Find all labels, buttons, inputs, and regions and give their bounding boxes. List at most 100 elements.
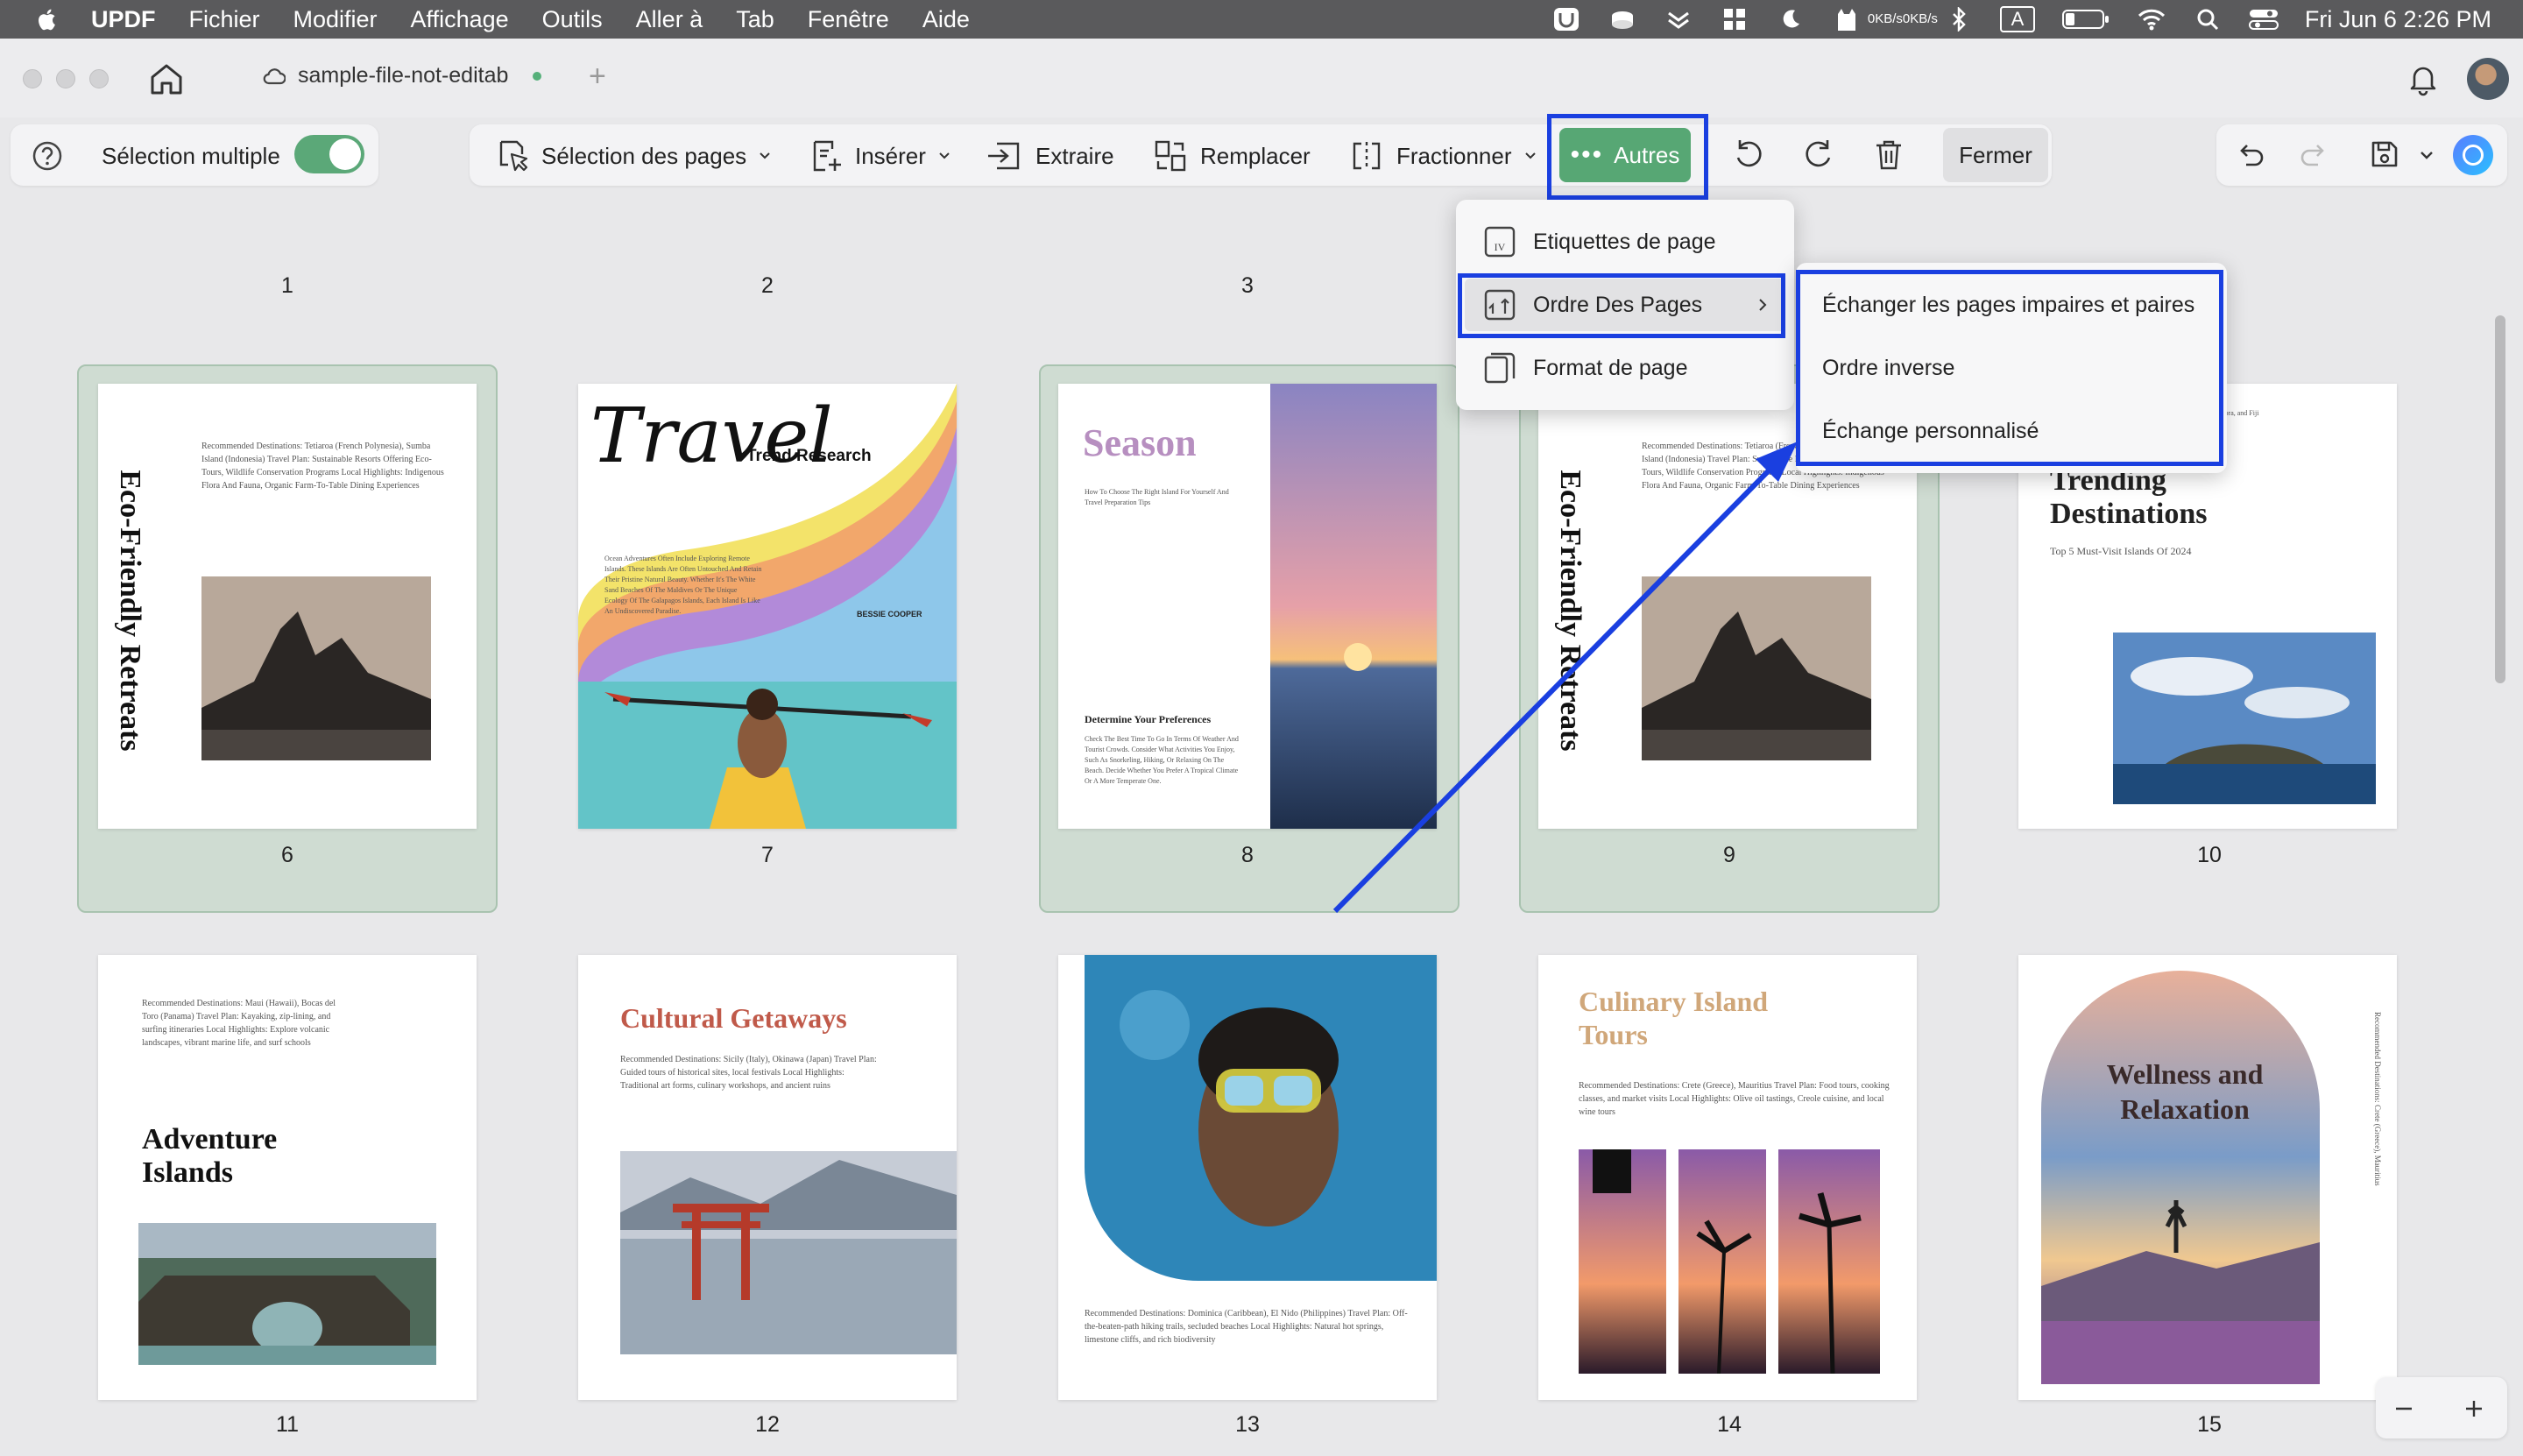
- menu-outils[interactable]: Outils: [542, 6, 603, 33]
- menu-app-name[interactable]: UPDF: [91, 6, 156, 33]
- others-highlight-box: [1547, 114, 1708, 200]
- menubar-clock[interactable]: Fri Jun 6 2:26 PM: [2305, 6, 2491, 33]
- cloud-icon: [263, 67, 286, 84]
- page-number: 2: [761, 273, 774, 298]
- menu-affichage[interactable]: Affichage: [411, 6, 509, 33]
- split-label: Fractionner: [1396, 142, 1512, 169]
- spotlight-search-icon[interactable]: [2193, 7, 2223, 32]
- network-speed: 0KB/s 0KB/s: [1867, 11, 1938, 26]
- page-thumbnail-8[interactable]: Season How To Choose The Right Island Fo…: [1058, 384, 1437, 829]
- page-number: 7: [761, 843, 774, 867]
- page-9-title: Eco-Friendly Retreats: [1554, 470, 1587, 752]
- ai-assistant-icon[interactable]: [2453, 135, 2493, 175]
- save-icon[interactable]: [2369, 138, 2400, 170]
- page-6-text: Recommended Destinations: Tetiaroa (Fren…: [201, 442, 444, 491]
- insert-label: Insérer: [855, 142, 926, 169]
- page-selection-button[interactable]: Sélection des pages: [494, 138, 771, 173]
- page-11-text: Recommended Destinations: Maui (Hawaii),…: [142, 999, 336, 1048]
- zoom-controls: [2376, 1377, 2507, 1438]
- page-14-title: Culinary Island Tours: [1579, 986, 1769, 1050]
- apple-icon[interactable]: [35, 5, 60, 33]
- bluetooth-icon[interactable]: [1944, 7, 1974, 32]
- menu-aller-a[interactable]: Aller à: [636, 6, 703, 33]
- chevron-down-icon: [939, 152, 950, 159]
- page-number: 9: [1723, 843, 1735, 867]
- page-thumbnail-12[interactable]: Cultural Getaways Recommended Destinatio…: [578, 955, 957, 1400]
- insert-button[interactable]: Insérer: [809, 138, 951, 173]
- replace-icon: [1155, 140, 1186, 172]
- help-icon[interactable]: [32, 140, 63, 172]
- submenu-highlight-box: [1796, 270, 2223, 466]
- trash-icon[interactable]: [1871, 137, 1906, 172]
- island-photo: [2113, 633, 2376, 804]
- input-source-icon[interactable]: A: [1999, 6, 2035, 32]
- cat-app-icon[interactable]: [1832, 7, 1862, 32]
- page-12-text: Recommended Destinations: Sicily (Italy)…: [620, 1055, 877, 1091]
- battery-icon[interactable]: [2061, 7, 2110, 32]
- page-labels-icon: IV: [1484, 226, 1516, 258]
- new-tab-button[interactable]: +: [589, 60, 606, 94]
- sunset-palms-photos: [1579, 1149, 1880, 1374]
- control-center-icon[interactable]: [2248, 7, 2279, 32]
- menu-item-page-labels[interactable]: IV Etiquettes de page: [1465, 216, 1785, 268]
- page-number: 1: [281, 273, 293, 298]
- macos-menubar: UPDF Fichier Modifier Affichage Outils A…: [0, 0, 2523, 39]
- menu-aide[interactable]: Aide: [922, 6, 970, 33]
- split-button[interactable]: Fractionner: [1349, 138, 1537, 173]
- undo-icon[interactable]: [2236, 140, 2265, 170]
- multi-select-toggle[interactable]: [294, 135, 364, 173]
- page-format-icon: [1484, 352, 1516, 384]
- menu-fichier[interactable]: Fichier: [189, 6, 260, 33]
- home-icon[interactable]: [147, 61, 186, 96]
- zoom-out-icon[interactable]: [2393, 1398, 2414, 1419]
- zoom-window-button[interactable]: [89, 69, 109, 88]
- page-10-title: Trending Destinations: [2050, 464, 2208, 530]
- replace-label: Remplacer: [1200, 142, 1311, 169]
- rotate-right-icon[interactable]: [1801, 137, 1836, 172]
- document-tab[interactable]: sample-file-not-editab: [263, 63, 542, 88]
- saved-status-dot: [533, 71, 542, 81]
- page-7-author: BESSIE COOPER: [857, 610, 922, 618]
- minimize-window-button[interactable]: [56, 69, 75, 88]
- chevron-down-icon[interactable]: [2420, 151, 2434, 161]
- close-button[interactable]: Fermer: [1943, 128, 2048, 182]
- extract-button[interactable]: Extraire: [985, 138, 1114, 173]
- sunset-ocean-photo: [1270, 384, 1437, 829]
- page-number: 11: [276, 1412, 299, 1437]
- night-mode-icon[interactable]: [1776, 7, 1806, 32]
- download-tray-icon[interactable]: [1664, 7, 1693, 32]
- page-number: 15: [2197, 1412, 2222, 1437]
- close-window-button[interactable]: [23, 69, 42, 88]
- page-thumbnail-13[interactable]: Recommended Destinations: Dominica (Cari…: [1058, 955, 1437, 1400]
- page-thumbnail-6[interactable]: Eco-Friendly Retreats Recommended Destin…: [98, 384, 477, 829]
- bell-icon[interactable]: [2406, 61, 2441, 96]
- menu-modifier[interactable]: Modifier: [293, 6, 378, 33]
- replace-button[interactable]: Remplacer: [1153, 138, 1311, 173]
- chevron-down-icon: [760, 152, 770, 159]
- page-thumbnail-7[interactable]: Travel Trend Research Ocean Adventures O…: [578, 384, 957, 829]
- updf-tray-icon[interactable]: [1551, 7, 1581, 32]
- page-7-text: Ocean Adventures Often Include Exploring…: [604, 555, 762, 615]
- coastal-arch-photo: [138, 1223, 436, 1365]
- menu-fenetre[interactable]: Fenêtre: [808, 6, 889, 33]
- grid-app-icon[interactable]: [1720, 7, 1749, 32]
- wifi-icon[interactable]: [2137, 7, 2166, 32]
- page-format-label: Format de page: [1533, 355, 1688, 380]
- drive-icon[interactable]: [1608, 7, 1637, 32]
- page-thumbnail-11[interactable]: Recommended Destinations: Maui (Hawaii),…: [98, 955, 477, 1400]
- page-thumbnail-15[interactable]: Wellness and Relaxation Recommended Dest…: [2018, 955, 2397, 1400]
- page-number: 10: [2197, 843, 2222, 867]
- menu-item-page-format[interactable]: Format de page: [1465, 342, 1785, 394]
- zoom-in-icon[interactable]: [2463, 1398, 2484, 1419]
- menu-tab[interactable]: Tab: [736, 6, 774, 33]
- user-avatar[interactable]: [2467, 58, 2509, 100]
- extract-label: Extraire: [1035, 142, 1114, 169]
- rotate-left-icon[interactable]: [1731, 137, 1766, 172]
- redo-icon[interactable]: [2299, 140, 2329, 170]
- window-titlebar: sample-file-not-editab +: [0, 39, 2523, 117]
- page-number: 13: [1235, 1412, 1260, 1437]
- page-11-title: Adventure Islands: [142, 1123, 278, 1189]
- page-thumbnail-14[interactable]: Culinary Island Tours Recommended Destin…: [1538, 955, 1917, 1400]
- vertical-scrollbar[interactable]: [2495, 315, 2505, 683]
- page-select-icon: [499, 140, 528, 172]
